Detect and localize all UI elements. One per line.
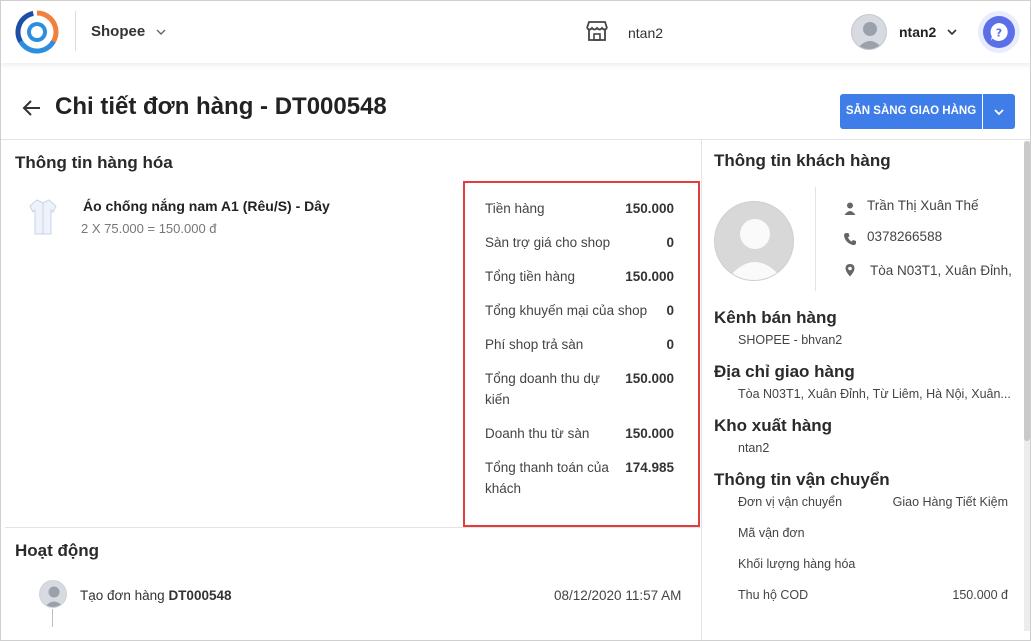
store-name: ntan2 <box>628 25 664 41</box>
shipping-label: Thu hộ COD <box>738 588 809 602</box>
order-code: DT000548 <box>168 588 232 603</box>
summary-value: 150.000 <box>625 201 674 216</box>
svg-text:?: ? <box>996 27 1002 40</box>
chevron-down-icon <box>994 109 1004 116</box>
phone-icon <box>844 233 856 246</box>
page-title: Chi tiết đơn hàng - DT000548 <box>55 93 387 120</box>
user-name[interactable]: ntan2 <box>899 24 936 40</box>
summary-value: 150.000 <box>625 269 674 284</box>
sales-channel-value: SHOPEE - bhvan2 <box>738 333 843 347</box>
divider <box>5 527 701 528</box>
app-window: Shopee ntan2 ntan2 ? Chi tiết đơn hàng -… <box>0 0 1031 641</box>
activity-section-title: Hoạt động <box>15 541 100 560</box>
divider <box>1 139 1030 140</box>
summary-label: Tổng doanh thu dự kiến <box>485 371 600 407</box>
shipping-label: Khối lượng hàng hóa <box>738 557 856 571</box>
summary-label: Phí shop trả sàn <box>485 337 584 352</box>
summary-label: Tổng tiền hàng <box>485 269 576 284</box>
shipping-info-title: Thông tin vận chuyển <box>714 470 890 489</box>
summary-value: 0 <box>666 303 674 318</box>
payment-summary: Tiền hàng 150.000 Sàn trợ giá cho shop 0… <box>463 181 700 527</box>
summary-label: Sàn trợ giá cho shop <box>485 235 611 250</box>
scrollbar-thumb[interactable] <box>1024 141 1030 441</box>
back-arrow-icon[interactable] <box>21 97 43 119</box>
person-icon <box>844 202 856 215</box>
warehouse-value: ntan2 <box>738 441 770 455</box>
summary-label: Doanh thu từ sàn <box>485 426 590 441</box>
summary-label: Tổng khuyến mại của shop <box>485 303 648 318</box>
shipping-label: Đơn vị vận chuyển <box>738 495 843 509</box>
help-icon: ? <box>990 23 1008 41</box>
summary-value: 0 <box>666 337 674 352</box>
shirt-icon <box>29 199 57 235</box>
shipping-value: 150.000 đ <box>952 588 1008 602</box>
summary-value: 150.000 <box>625 426 674 441</box>
customer-section-title: Thông tin khách hàng <box>714 151 891 170</box>
ready-to-ship-button[interactable]: SẴN SÀNG GIAO HÀNG <box>840 94 982 129</box>
delivery-address-title: Địa chỉ giao hàng <box>714 362 855 381</box>
summary-label: Tổng thanh toán của khách <box>485 460 609 496</box>
product-quantity-line: 2 X 75.000 = 150.000 đ <box>81 221 217 236</box>
avatar <box>39 580 67 608</box>
user-avatar[interactable] <box>851 14 887 50</box>
timeline-line <box>52 609 53 627</box>
divider <box>815 187 816 291</box>
customer-address: Tòa N03T1, Xuân Đỉnh, <box>870 263 1012 278</box>
goods-section-title: Thông tin hàng hóa <box>15 153 173 172</box>
customer-name: Trần Thị Xuân Thế <box>867 198 979 213</box>
chevron-down-icon[interactable] <box>154 25 168 39</box>
store-icon <box>586 21 608 41</box>
chevron-down-icon[interactable] <box>945 25 959 39</box>
activity-time: 08/12/2020 11:57 AM <box>554 588 682 603</box>
divider <box>701 140 702 640</box>
top-bar: Shopee ntan2 ntan2 ? <box>1 1 1030 63</box>
location-pin-icon <box>845 264 855 277</box>
divider <box>75 11 76 51</box>
customer-phone: 0378266588 <box>867 229 943 244</box>
ready-to-ship-dropdown[interactable] <box>983 94 1015 129</box>
delivery-address-value: Tòa N03T1, Xuân Đỉnh, Từ Liêm, Hà Nội, X… <box>738 387 1011 401</box>
product-name[interactable]: Áo chống nắng nam A1 (Rêu/S) - Dây <box>83 198 330 214</box>
warehouse-title: Kho xuất hàng <box>714 416 833 435</box>
help-button[interactable]: ? <box>978 11 1020 53</box>
summary-label: Tiền hàng <box>485 201 545 216</box>
shipping-value: Giao Hàng Tiết Kiệm <box>892 495 1008 509</box>
customer-avatar <box>714 201 794 281</box>
summary-value: 150.000 <box>625 371 674 386</box>
summary-value: 174.985 <box>625 460 674 475</box>
shipping-label: Mã vận đơn <box>738 526 805 540</box>
summary-value: 0 <box>666 235 674 250</box>
channel-selector-label[interactable]: Shopee <box>91 23 145 40</box>
sales-channel-title: Kênh bán hàng <box>714 308 837 327</box>
app-logo-icon[interactable] <box>15 10 59 54</box>
activity-text: Tạo đơn hàng DT000548 <box>80 588 232 603</box>
